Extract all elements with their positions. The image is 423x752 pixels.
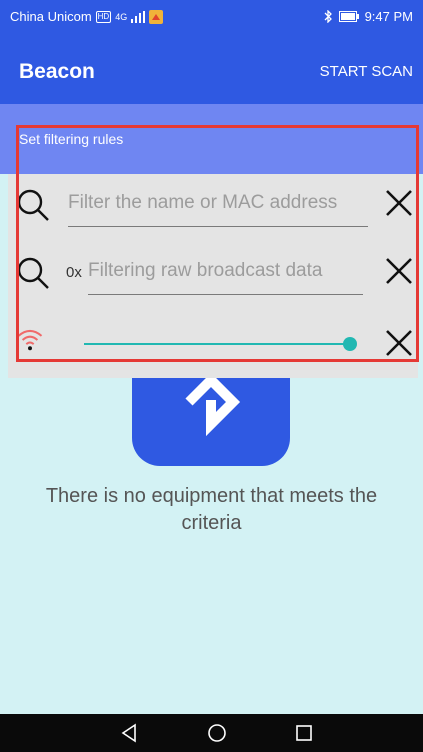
filter-row-name: Filter the name or MAC address: [8, 174, 418, 240]
rssi-slider-track[interactable]: [84, 343, 350, 345]
app-title: Beacon: [19, 60, 95, 83]
status-bar: China Unicom HD 4G 9:47 PM: [0, 0, 423, 34]
filter-header-title: Set filtering rules: [19, 131, 124, 147]
nav-home-icon[interactable]: [205, 721, 229, 745]
hex-prefix: 0x: [66, 264, 82, 281]
search-icon: [17, 257, 49, 289]
empty-state-line-1: There is no equipment that meets the: [45, 485, 378, 507]
nav-recent-apps-icon[interactable]: [292, 721, 316, 745]
rssi-slider-thumb[interactable]: [343, 337, 357, 351]
close-icon[interactable]: [384, 328, 414, 358]
filter-row-raw: 0x Filtering raw broadcast data: [8, 242, 418, 308]
wifi-signal-icon: [17, 329, 43, 351]
status-right: 9:47 PM: [324, 9, 413, 24]
bluetooth-icon: [324, 10, 332, 23]
app-bar: Beacon START SCAN: [0, 34, 423, 104]
network-type: 4G: [115, 11, 128, 22]
close-icon[interactable]: [384, 188, 414, 218]
filter-row-rssi: [8, 310, 418, 376]
navigation-bar: [0, 714, 423, 752]
clock: 9:47 PM: [364, 9, 413, 24]
close-icon[interactable]: [384, 256, 414, 286]
status-left: China Unicom HD 4G: [10, 9, 164, 24]
empty-state-message: There is no equipment that meets the cri…: [0, 483, 423, 537]
toolbar-shadow: [0, 104, 423, 124]
signal-icon: [131, 10, 146, 23]
empty-state-line-2: criteria: [181, 512, 242, 534]
raw-data-filter-input[interactable]: Filtering raw broadcast data: [88, 260, 363, 295]
start-scan-button[interactable]: START SCAN: [320, 63, 413, 80]
search-icon: [17, 189, 49, 221]
filter-header: Set filtering rules: [0, 124, 423, 174]
hd-badge: HD: [95, 10, 112, 23]
notification-icon: [149, 9, 164, 24]
filter-panel: Filter the name or MAC address 0x Filter…: [8, 174, 418, 378]
carrier-label: China Unicom: [10, 9, 92, 24]
battery-icon: [338, 11, 359, 22]
nav-back-icon[interactable]: [117, 721, 141, 745]
name-filter-input[interactable]: Filter the name or MAC address: [68, 192, 368, 227]
